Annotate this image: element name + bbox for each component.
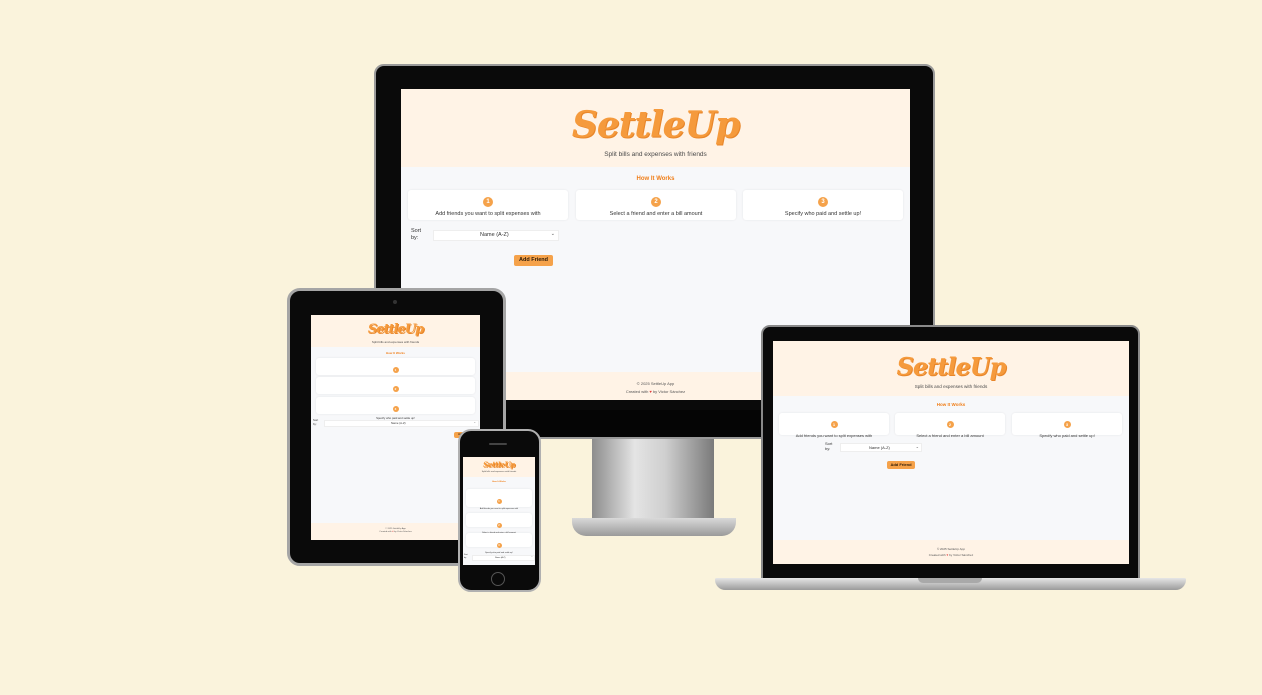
chevron-down-icon: ⌄ — [473, 420, 476, 424]
sort-selected-value: Name (A-Z) — [480, 232, 509, 238]
tablet-camera — [393, 300, 397, 304]
step-text: Add friends you want to split expenses w… — [435, 211, 541, 217]
step-number: 3 — [818, 197, 828, 207]
tagline: Split bills and expenses with friends — [604, 151, 707, 158]
app-logo: SettleUp — [367, 322, 424, 337]
step-card: 1 Add friends you want to split expenses… — [779, 413, 889, 438]
sort-label: Sort by: — [411, 228, 422, 241]
monitor-stand-base — [572, 518, 736, 536]
step-number: 2 — [392, 386, 399, 392]
step-number: 3 — [1063, 421, 1071, 428]
sort-label: Sort by: — [313, 418, 319, 426]
step-card: 3 Specify who paid and settle up! — [466, 533, 532, 554]
step-number: 1 — [830, 421, 838, 428]
page-footer: © 2025 SettleUp App Created with ♥ by Vi… — [773, 540, 1129, 564]
step-card: 1 Add friends you want to split expenses… — [466, 489, 532, 510]
phone-screen: SettleUp Split bills and expenses with f… — [463, 457, 535, 565]
app-logo: SettleUp — [483, 460, 515, 469]
add-friend-button[interactable]: Add Friend — [887, 461, 915, 469]
sort-select[interactable]: Name (A-Z) ⌄ — [433, 230, 559, 241]
step-number: 2 — [496, 523, 502, 528]
footer-created-text: Created with — [379, 531, 392, 533]
tablet-screen: SettleUp Split bills and expenses with f… — [311, 315, 480, 540]
step-card: 1 Add friends you want to split expenses… — [408, 190, 568, 220]
footer-author: by Victor Sánchez — [394, 531, 412, 533]
step-text: Specify who paid and settle up! — [485, 552, 513, 554]
heart-icon: ♥ — [649, 389, 652, 394]
step-card: 1 Add friends you want to split expenses… — [316, 358, 475, 381]
tagline: Split bills and expenses with friends — [371, 340, 420, 344]
page-header: SettleUp Split bills and expenses with f… — [463, 457, 535, 477]
sort-label: Sort by: — [464, 554, 468, 559]
footer-credit: Created with ♥ by Victor Sánchez — [311, 531, 480, 533]
how-it-works-title: How It Works — [936, 402, 966, 407]
step-card: 2 Select a friend and enter a bill amoun… — [576, 190, 736, 220]
how-it-works-title: How It Works — [636, 176, 675, 182]
step-text: Add friends you want to split expenses w… — [479, 508, 519, 510]
sort-select[interactable]: Name (A-Z) ⌄ — [840, 443, 922, 452]
page-header: SettleUp Split bills and expenses with f… — [401, 89, 910, 167]
app-logo: SettleUp — [896, 352, 1007, 381]
how-it-works-title: How It Works — [386, 351, 405, 355]
sort-select[interactable]: Name (A-Z) ⌄ — [324, 420, 479, 427]
step-number: 1 — [392, 367, 399, 373]
step-number: 1 — [483, 197, 493, 207]
step-text: Select a friend and enter a bill amount — [609, 211, 703, 217]
step-card: 2 Select a friend and enter a bill amoun… — [466, 513, 532, 534]
step-number: 2 — [651, 197, 661, 207]
monitor-stand-neck — [592, 438, 714, 524]
phone-speaker — [489, 443, 507, 445]
footer-author: by Victor Sánchez — [652, 389, 686, 394]
chevron-down-icon: ⌄ — [915, 444, 919, 449]
sort-select[interactable]: Name (A-Z) ⌄ — [472, 555, 535, 561]
step-number: 2 — [946, 421, 954, 428]
sort-selected-value: Name (A-Z) — [391, 421, 406, 425]
step-card: 2 Select a friend and enter a bill amoun… — [895, 413, 1005, 438]
tagline: Split bills and expenses with friends — [481, 471, 517, 473]
page-header: SettleUp Split bills and expenses with f… — [311, 315, 480, 347]
footer-created-text: Created with — [928, 553, 946, 557]
add-friend-button[interactable]: Add Friend — [514, 255, 553, 266]
step-number: 3 — [496, 543, 502, 548]
step-text: Select a friend and enter a bill amount — [916, 433, 984, 438]
laptop-notch — [918, 578, 982, 583]
step-card: 3 Specify who paid and settle up! — [316, 397, 475, 420]
step-text: Add friends you want to split expenses w… — [795, 433, 873, 438]
how-it-works-title: How It Works — [492, 481, 506, 483]
sort-label: Sort by: — [825, 441, 833, 451]
heart-icon: ♥ — [946, 553, 949, 557]
chevron-down-icon: ⌄ — [550, 231, 555, 237]
app-logo: SettleUp — [571, 104, 740, 146]
step-text: Specify who paid and settle up! — [784, 211, 862, 217]
step-number: 3 — [392, 406, 399, 412]
step-text: Specify who paid and settle up! — [1039, 433, 1095, 438]
step-card: 3 Specify who paid and settle up! — [1012, 413, 1122, 438]
footer-author: by Victor Sánchez — [949, 553, 974, 557]
step-card: 2 Select a friend and enter a bill amoun… — [316, 377, 475, 400]
phone-home-button[interactable] — [491, 572, 505, 586]
laptop-screen: SettleUp Split bills and expenses with f… — [773, 341, 1129, 564]
page-header: SettleUp Split bills and expenses with f… — [773, 341, 1129, 396]
footer-credit: Created with ♥ by Victor Sánchez — [773, 553, 1129, 557]
step-number: 1 — [496, 499, 502, 504]
step-card: 3 Specify who paid and settle up! — [743, 190, 903, 220]
tagline: Split bills and expenses with friends — [914, 384, 988, 389]
footer-copyright: © 2025 SettleUp App — [936, 547, 966, 551]
sort-selected-value: Name (A-Z) — [869, 445, 890, 450]
sort-selected-value: Name (A-Z) — [495, 557, 506, 559]
chevron-down-icon: ⌄ — [530, 555, 533, 558]
footer-copyright: © 2025 SettleUp App — [385, 528, 406, 530]
page-footer: © 2025 SettleUp App Created with ♥ by Vi… — [311, 523, 480, 540]
footer-created-text: Created with — [625, 389, 649, 394]
